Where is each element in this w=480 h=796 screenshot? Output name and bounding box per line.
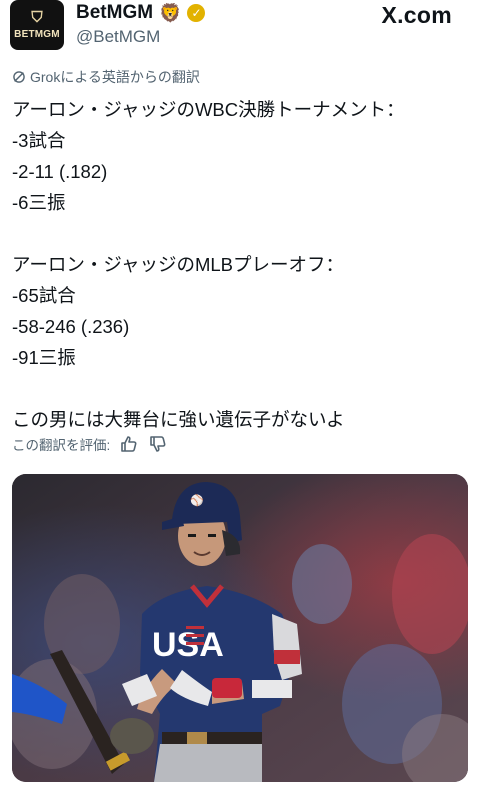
grok-icon	[13, 71, 25, 83]
tweet-line: -2-11 (.182)	[12, 161, 108, 182]
tweet-text: アーロン・ジャッジのWBC決勝トーナメント： -3試合 -2-11 (.182)…	[12, 94, 468, 435]
rate-translation-label: この翻訳を評価:	[12, 438, 111, 453]
tweet-line: -91三振	[12, 347, 76, 368]
tweet-line: -58-246 (.236)	[12, 316, 130, 337]
site-logo-label[interactable]: X.com	[381, 2, 452, 29]
baseball-player-photo: USA ⚾	[12, 474, 468, 782]
thumb-down-icon[interactable]	[148, 434, 168, 454]
betmgm-logo-mark: ⛉	[31, 9, 43, 26]
svg-text:⚾: ⚾	[189, 493, 204, 507]
translation-notice[interactable]: Grokによる英語からの翻訳	[12, 67, 200, 87]
gold-verified-icon[interactable]: ✓	[187, 4, 206, 22]
account-handle[interactable]: @BetMGM	[76, 27, 160, 47]
lion-emoji: 🦁	[159, 3, 182, 23]
avatar-brand-text: BETMGM	[14, 29, 60, 40]
tweet-line: アーロン・ジャッジのMLBプレーオフ：	[12, 254, 345, 275]
rate-translation: この翻訳を評価:	[12, 434, 168, 454]
tweet-line: アーロン・ジャッジのWBC決勝トーナメント：	[12, 99, 405, 120]
tweet-line: -6三振	[12, 192, 66, 213]
name-row: BetMGM 🦁 ✓	[76, 2, 206, 24]
translation-label: Grokによる英語からの翻訳	[30, 69, 200, 85]
display-name[interactable]: BetMGM	[76, 2, 153, 24]
tweet-photo[interactable]: USA ⚾	[12, 474, 468, 782]
avatar[interactable]: ⛉ BETMGM	[10, 0, 64, 50]
tweet-line: -3試合	[12, 130, 66, 151]
thumb-up-icon[interactable]	[119, 434, 139, 454]
tweet-line: この男には大舞台に強い遺伝子がないよ	[12, 409, 345, 430]
tweet-line: -65試合	[12, 285, 76, 306]
tweet-header: ⛉ BETMGM BetMGM 🦁 ✓ @BetMGM X.com	[10, 0, 470, 56]
